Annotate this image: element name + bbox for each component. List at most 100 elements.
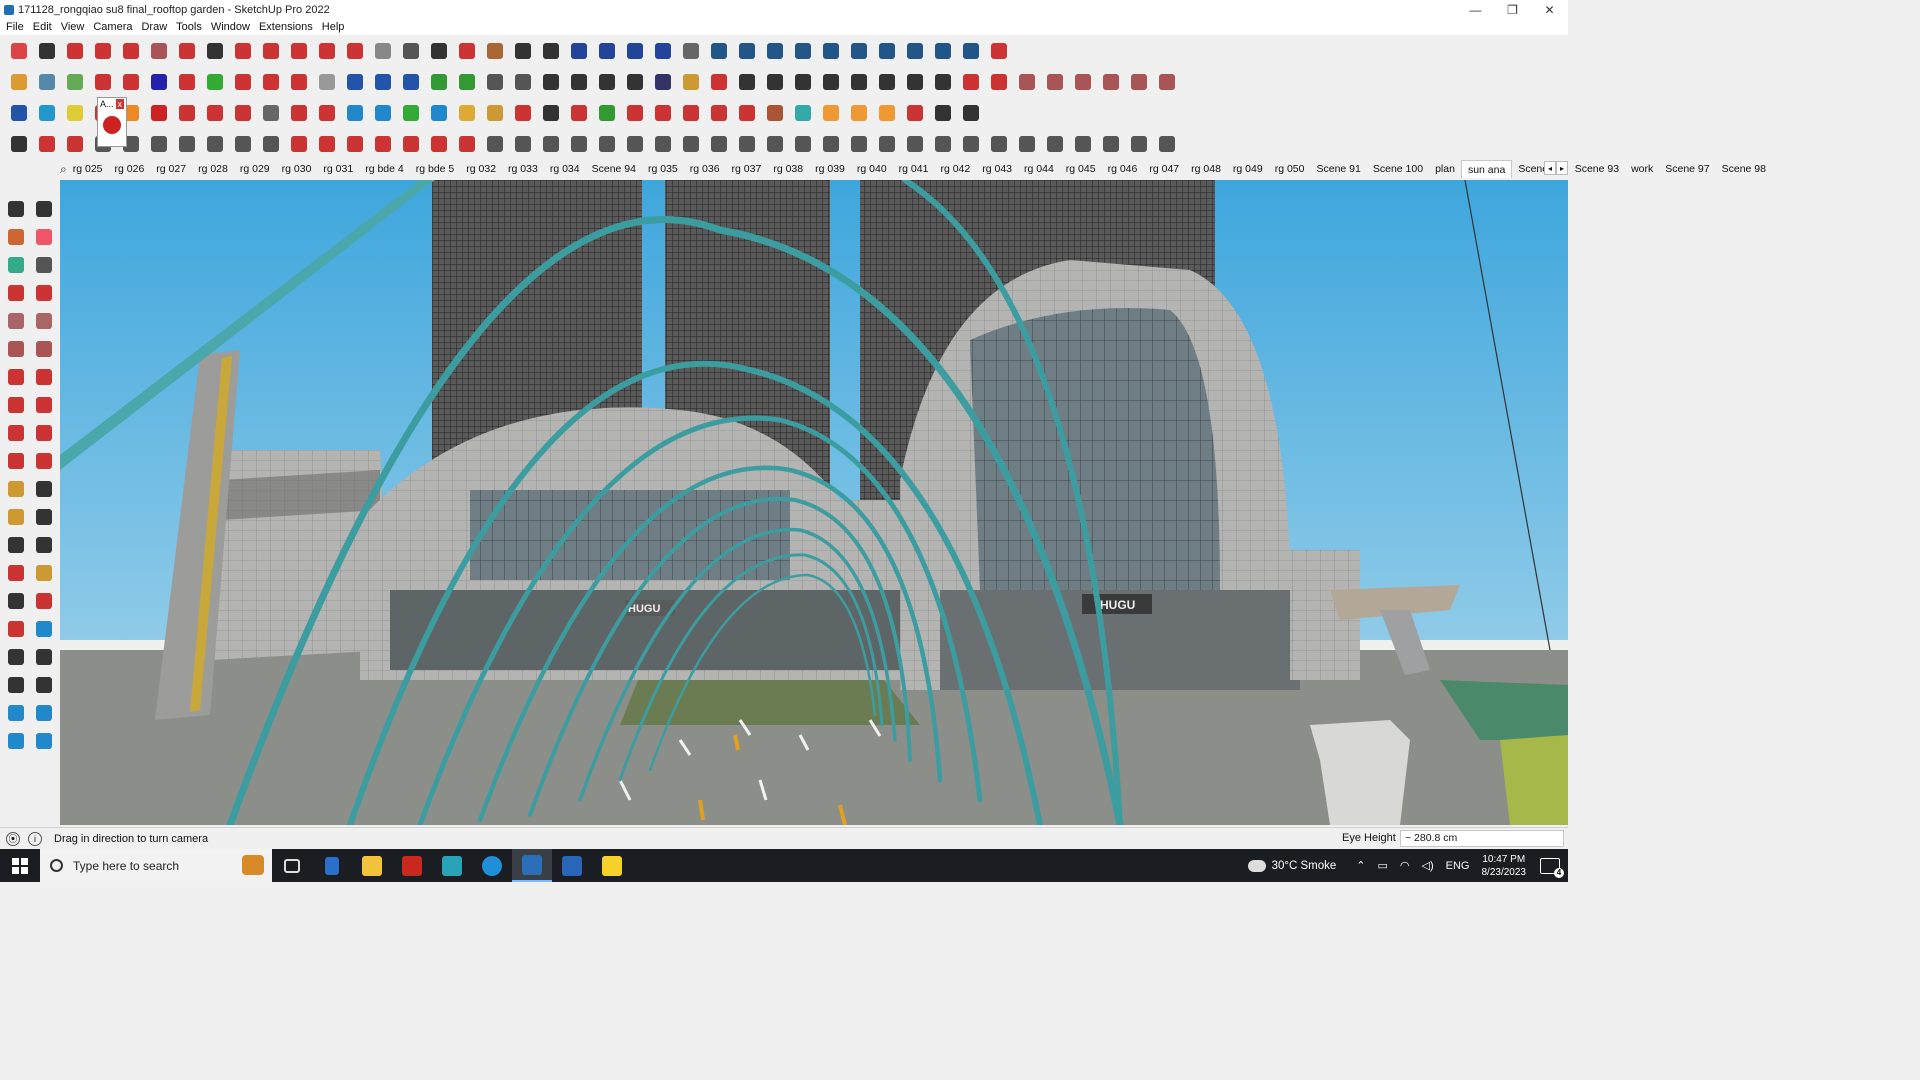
row2-tool-32-icon[interactable] [902,69,928,95]
row1-tool-9-icon[interactable] [258,38,284,64]
row2-tool-4-icon[interactable] [118,69,144,95]
left-tool-7-icon[interactable] [30,279,58,307]
row4-tool-22-icon[interactable] [622,131,648,157]
scene-tab[interactable]: Scene 93 [1569,160,1625,178]
row2-tool-35-icon[interactable] [986,69,1012,95]
row3-tool-5-icon[interactable] [146,100,172,126]
row3-tool-21-icon[interactable] [594,100,620,126]
left-tool-4-icon[interactable] [2,251,30,279]
row1-tool-19-icon[interactable] [538,38,564,64]
row2-tool-9-icon[interactable] [258,69,284,95]
left-tool-10-icon[interactable] [2,335,30,363]
row4-tool-23-icon[interactable] [650,131,676,157]
row4-tool-40-icon[interactable] [1126,131,1152,157]
left-tool-13-icon[interactable] [30,363,58,391]
meet-now-icon[interactable]: ▭ [1378,859,1388,872]
row1-tool-16-icon[interactable] [454,38,480,64]
left-tool-24-icon[interactable] [2,531,30,559]
row2-tool-41-icon[interactable] [1154,69,1180,95]
row1-tool-32-icon[interactable] [902,38,928,64]
left-tool-34-icon[interactable] [2,671,30,699]
menu-file[interactable]: File [4,21,31,33]
row4-tool-15-icon[interactable] [426,131,452,157]
row3-tool-15-icon[interactable] [426,100,452,126]
notification-center-icon[interactable]: 4 [1540,857,1564,878]
scene-scroll-left-icon[interactable]: ◂ [1544,161,1556,175]
row2-tool-20-icon[interactable] [566,69,592,95]
scene-tab[interactable]: rg 035 [642,160,684,178]
row1-tool-13-icon[interactable] [370,38,396,64]
row4-tool-9-icon[interactable] [258,131,284,157]
row2-tool-30-icon[interactable] [846,69,872,95]
row2-tool-27-icon[interactable] [762,69,788,95]
left-tool-14-icon[interactable] [2,391,30,419]
row2-tool-29-icon[interactable] [818,69,844,95]
scene-tab[interactable]: rg 034 [544,160,586,178]
row4-tool-28-icon[interactable] [790,131,816,157]
row2-tool-7-icon[interactable] [202,69,228,95]
row1-tool-34-icon[interactable] [958,38,984,64]
row2-tool-19-icon[interactable] [538,69,564,95]
scene-tab[interactable]: rg 038 [767,160,809,178]
left-tool-19-icon[interactable] [30,447,58,475]
scene-scroll-right-icon[interactable]: ▸ [1556,161,1568,175]
language-indicator[interactable]: ENG [1446,860,1470,872]
row4-tool-0-icon[interactable] [6,131,32,157]
row1-tool-5-icon[interactable] [146,38,172,64]
row3-tool-17-icon[interactable] [482,100,508,126]
row1-tool-21-icon[interactable] [594,38,620,64]
row3-tool-32-icon[interactable] [902,100,928,126]
scene-search-icon[interactable]: ⌕ [60,162,67,177]
scene-tab[interactable]: Scene 97 [1659,160,1715,178]
row3-tool-22-icon[interactable] [622,100,648,126]
menu-view[interactable]: View [59,21,92,33]
row4-tool-5-icon[interactable] [146,131,172,157]
left-tool-1-icon[interactable] [30,195,58,223]
left-tool-27-icon[interactable] [30,559,58,587]
row2-tool-39-icon[interactable] [1098,69,1124,95]
task-view-icon[interactable] [272,849,312,882]
menu-camera[interactable]: Camera [91,21,139,33]
geo-location-icon[interactable]: ⦿ [6,831,20,846]
scene-tab[interactable]: rg 037 [726,160,768,178]
row1-tool-18-icon[interactable] [510,38,536,64]
row2-tool-15-icon[interactable] [426,69,452,95]
row1-tool-31-icon[interactable] [874,38,900,64]
row3-tool-26-icon[interactable] [734,100,760,126]
left-tool-26-icon[interactable] [2,559,30,587]
left-tool-16-icon[interactable] [2,419,30,447]
weather-widget[interactable]: 30°C Smoke [1247,859,1336,872]
clock[interactable]: 10:47 PM 8/23/2023 [1482,853,1527,879]
scene-tab[interactable]: Scene 91 [1310,160,1366,178]
row4-tool-11-icon[interactable] [314,131,340,157]
row2-tool-0-icon[interactable] [6,69,32,95]
row1-tool-8-icon[interactable] [230,38,256,64]
menu-edit[interactable]: Edit [31,21,59,33]
left-tool-3-icon[interactable] [30,223,58,251]
row2-tool-24-icon[interactable] [678,69,704,95]
measurements-input[interactable]: ~ 280.8 cm [1400,830,1564,847]
acrobat-icon[interactable] [392,849,432,882]
row2-tool-1-icon[interactable] [34,69,60,95]
left-tool-39-icon[interactable] [30,727,58,755]
left-tool-37-icon[interactable] [30,699,58,727]
photos-icon[interactable] [552,849,592,882]
row2-tool-8-icon[interactable] [230,69,256,95]
row1-tool-6-icon[interactable] [174,38,200,64]
left-tool-38-icon[interactable] [2,727,30,755]
row2-tool-17-icon[interactable] [482,69,508,95]
sketchup-taskbar-icon[interactable] [512,849,552,882]
row4-tool-19-icon[interactable] [538,131,564,157]
row1-tool-23-icon[interactable] [650,38,676,64]
row4-tool-31-icon[interactable] [874,131,900,157]
scene-tab[interactable]: rg 044 [1018,160,1060,178]
left-tool-18-icon[interactable] [2,447,30,475]
row3-tool-7-icon[interactable] [202,100,228,126]
row1-tool-27-icon[interactable] [762,38,788,64]
row4-tool-18-icon[interactable] [510,131,536,157]
minimize-button[interactable]: — [1457,0,1494,19]
row2-tool-33-icon[interactable] [930,69,956,95]
row2-tool-14-icon[interactable] [398,69,424,95]
row4-tool-30-icon[interactable] [846,131,872,157]
row2-tool-38-icon[interactable] [1070,69,1096,95]
